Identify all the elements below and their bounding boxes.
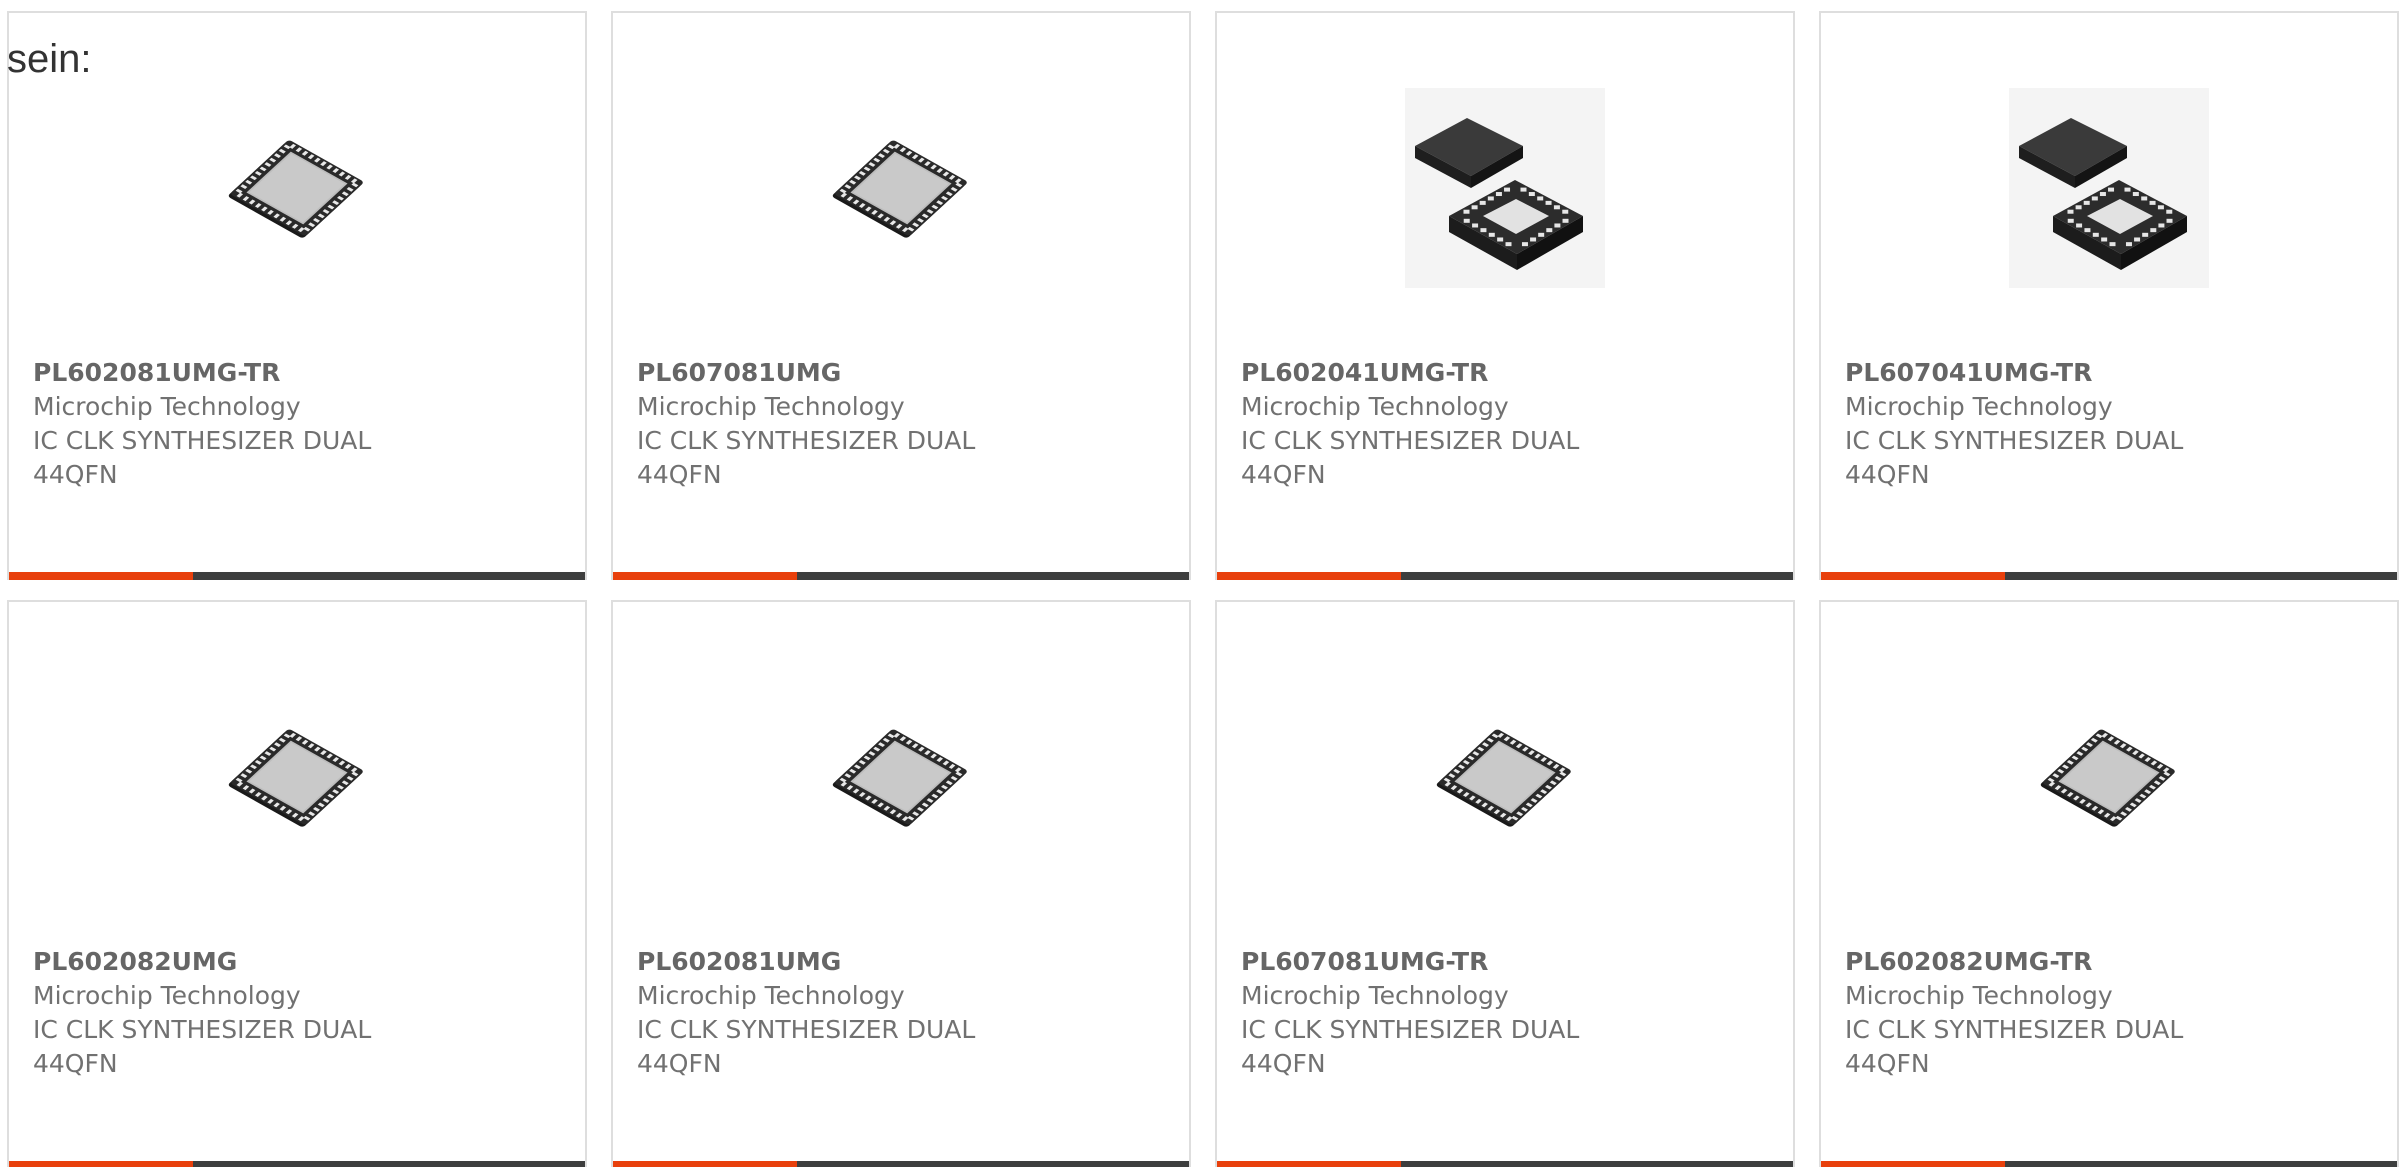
- qfn-44-chip-icon: [2040, 729, 2175, 827]
- product-info: PL602041UMG-TR Microchip Technology IC C…: [1241, 356, 1773, 492]
- bar-accent: [613, 1161, 797, 1167]
- qfn-44-chip-icon: [832, 140, 967, 238]
- product-info: PL607081UMG Microchip Technology IC CLK …: [637, 356, 1169, 492]
- bar-accent: [9, 572, 193, 580]
- product-image[interactable]: [613, 73, 1189, 303]
- manufacturer-name: Microchip Technology: [1845, 981, 2113, 1010]
- card-footer-bar: [1821, 572, 2397, 580]
- product-info: PL602081UMG-TR Microchip Technology IC C…: [33, 356, 565, 492]
- bar-accent: [9, 1161, 193, 1167]
- product-image[interactable]: [9, 73, 585, 303]
- product-image[interactable]: [9, 662, 585, 892]
- bar-accent: [1217, 1161, 1401, 1167]
- product-card[interactable]: PL607081UMG-TR Microchip Technology IC C…: [1215, 600, 1795, 1167]
- part-number-link[interactable]: PL607041UMG-TR: [1845, 356, 2377, 390]
- card-footer-bar: [1821, 1161, 2397, 1167]
- qfn-44-chip-icon: [1436, 729, 1571, 827]
- product-card[interactable]: PL607081UMG Microchip Technology IC CLK …: [611, 11, 1191, 580]
- part-number-link[interactable]: PL607081UMG-TR: [1241, 945, 1773, 979]
- manufacturer-name: Microchip Technology: [33, 392, 301, 421]
- manufacturer-name: Microchip Technology: [33, 981, 301, 1010]
- bar-rest: [1401, 572, 1793, 580]
- product-card[interactable]: PL602081UMG-TR Microchip Technology IC C…: [7, 11, 587, 580]
- bar-accent: [1217, 572, 1401, 580]
- product-info: PL607041UMG-TR Microchip Technology IC C…: [1845, 356, 2377, 492]
- product-image[interactable]: [1217, 73, 1793, 303]
- manufacturer-name: Microchip Technology: [1241, 981, 1509, 1010]
- product-info: PL602082UMG-TR Microchip Technology IC C…: [1845, 945, 2377, 1081]
- manufacturer-name: Microchip Technology: [637, 392, 905, 421]
- product-info: PL607081UMG-TR Microchip Technology IC C…: [1241, 945, 1773, 1081]
- product-card[interactable]: PL602082UMG Microchip Technology IC CLK …: [7, 600, 587, 1167]
- product-image[interactable]: [613, 662, 1189, 892]
- product-listing-page: sein: PL602081UMG-TR Microchip Technolog…: [0, 0, 2400, 1167]
- bar-rest: [2005, 1161, 2397, 1167]
- product-description: IC CLK SYNTHESIZER DUAL 44QFN: [1845, 1015, 2184, 1078]
- manufacturer-name: Microchip Technology: [637, 981, 905, 1010]
- product-image[interactable]: [1821, 662, 2397, 892]
- product-description: IC CLK SYNTHESIZER DUAL 44QFN: [1241, 1015, 1580, 1078]
- product-card[interactable]: PL607041UMG-TR Microchip Technology IC C…: [1819, 11, 2399, 580]
- bar-accent: [1821, 1161, 2005, 1167]
- bar-rest: [193, 1161, 585, 1167]
- bar-accent: [1821, 572, 2005, 580]
- product-card[interactable]: PL602041UMG-TR Microchip Technology IC C…: [1215, 11, 1795, 580]
- qfn-24-chip-pair-icon: [1405, 88, 1605, 288]
- manufacturer-name: Microchip Technology: [1241, 392, 1509, 421]
- product-info: PL602081UMG Microchip Technology IC CLK …: [637, 945, 1169, 1081]
- part-number-link[interactable]: PL602082UMG-TR: [1845, 945, 2377, 979]
- product-description: IC CLK SYNTHESIZER DUAL 44QFN: [637, 426, 976, 489]
- product-image[interactable]: [1821, 73, 2397, 303]
- product-grid: PL602081UMG-TR Microchip Technology IC C…: [7, 11, 2399, 1167]
- part-number-link[interactable]: PL602081UMG: [637, 945, 1169, 979]
- product-image[interactable]: [1217, 662, 1793, 892]
- qfn-44-chip-icon: [228, 140, 363, 238]
- part-number-link[interactable]: PL602081UMG-TR: [33, 356, 565, 390]
- manufacturer-name: Microchip Technology: [1845, 392, 2113, 421]
- qfn-44-chip-icon: [228, 729, 363, 827]
- bar-rest: [797, 1161, 1189, 1167]
- part-number-link[interactable]: PL602082UMG: [33, 945, 565, 979]
- product-description: IC CLK SYNTHESIZER DUAL 44QFN: [33, 1015, 372, 1078]
- bar-accent: [613, 572, 797, 580]
- part-number-link[interactable]: PL607081UMG: [637, 356, 1169, 390]
- bar-rest: [1401, 1161, 1793, 1167]
- product-description: IC CLK SYNTHESIZER DUAL 44QFN: [1845, 426, 2184, 489]
- qfn-24-chip-pair-icon: [2009, 88, 2209, 288]
- card-footer-bar: [1217, 572, 1793, 580]
- bar-rest: [193, 572, 585, 580]
- card-footer-bar: [9, 572, 585, 580]
- product-card[interactable]: PL602082UMG-TR Microchip Technology IC C…: [1819, 600, 2399, 1167]
- product-description: IC CLK SYNTHESIZER DUAL 44QFN: [33, 426, 372, 489]
- product-description: IC CLK SYNTHESIZER DUAL 44QFN: [637, 1015, 976, 1078]
- card-footer-bar: [1217, 1161, 1793, 1167]
- card-footer-bar: [613, 572, 1189, 580]
- product-card[interactable]: PL602081UMG Microchip Technology IC CLK …: [611, 600, 1191, 1167]
- bar-rest: [2005, 572, 2397, 580]
- product-description: IC CLK SYNTHESIZER DUAL 44QFN: [1241, 426, 1580, 489]
- bar-rest: [797, 572, 1189, 580]
- intro-text: sein:: [7, 37, 92, 81]
- card-footer-bar: [613, 1161, 1189, 1167]
- card-footer-bar: [9, 1161, 585, 1167]
- qfn-44-chip-icon: [832, 729, 967, 827]
- part-number-link[interactable]: PL602041UMG-TR: [1241, 356, 1773, 390]
- product-info: PL602082UMG Microchip Technology IC CLK …: [33, 945, 565, 1081]
